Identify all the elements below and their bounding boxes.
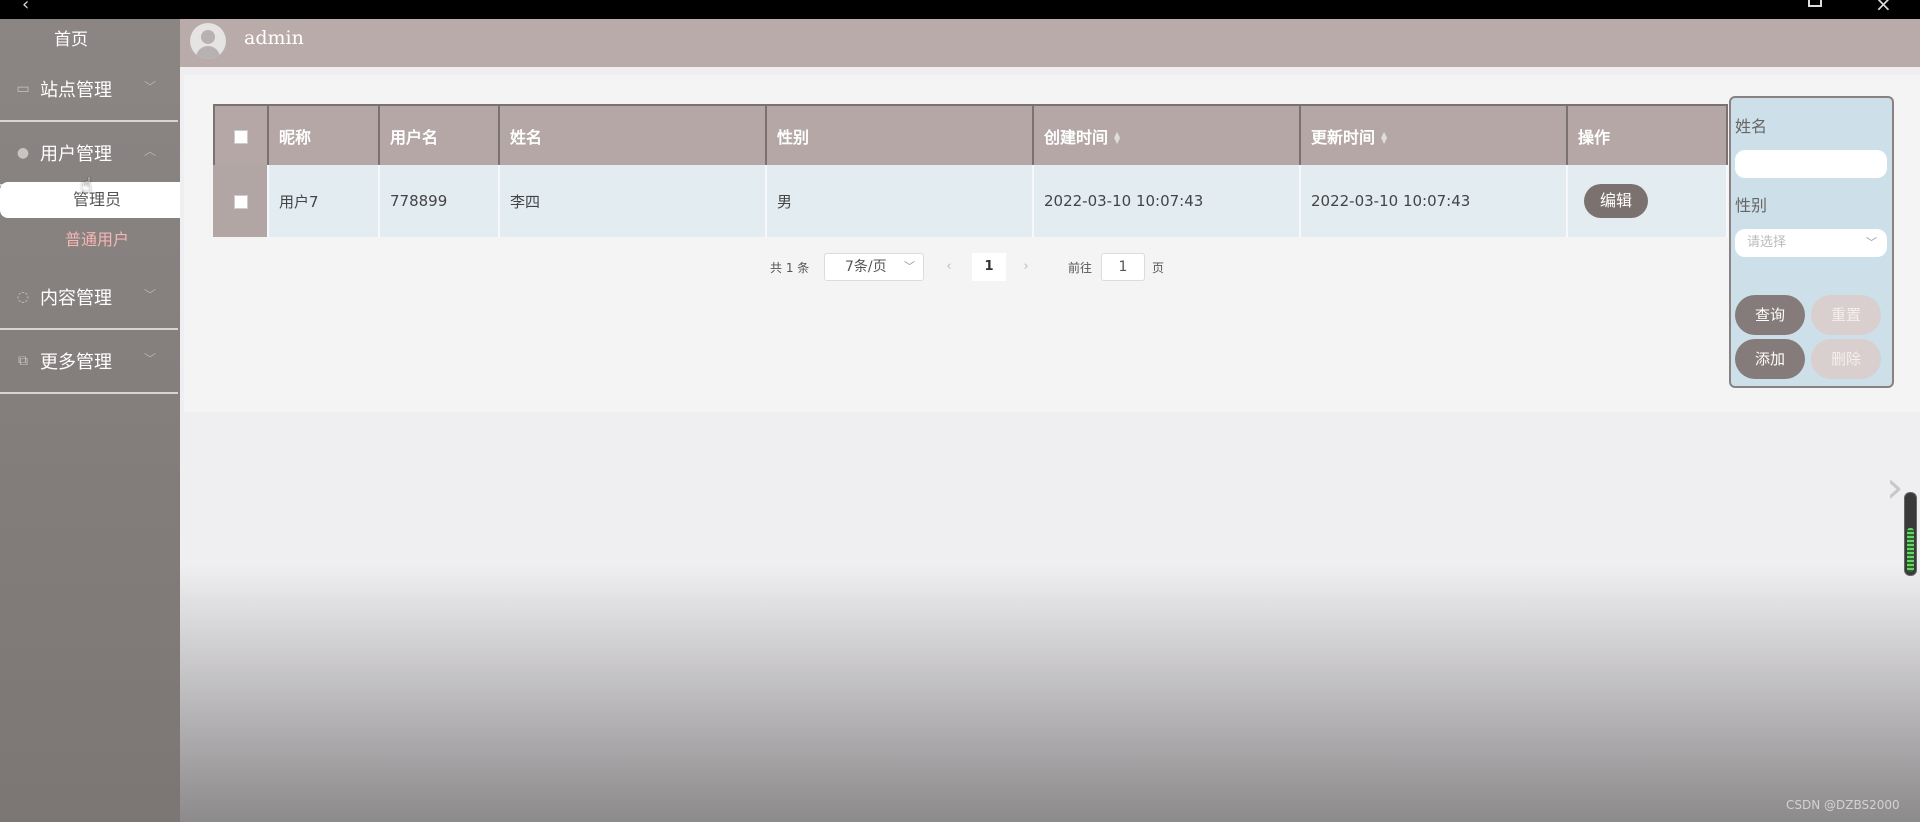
pagination-total: 共 1 条 bbox=[770, 261, 810, 275]
avatar-head bbox=[201, 30, 215, 44]
sidebar-group-more[interactable]: ⧉ 更多管理 ﹀ bbox=[0, 330, 178, 394]
hand-cursor-icon: ☝ bbox=[80, 173, 93, 197]
chevron-down-icon: ﹀ bbox=[144, 288, 157, 302]
sort-icon[interactable]: ▲ ▼ bbox=[1114, 131, 1120, 145]
avatar[interactable] bbox=[190, 23, 226, 59]
gender-filter-label: 性别 bbox=[1735, 196, 1768, 215]
column-header: 性别 bbox=[766, 104, 1034, 165]
chevron-down-icon: ﹀ bbox=[1866, 236, 1877, 249]
copy-icon: ⧉ bbox=[18, 353, 28, 369]
avatar-body bbox=[196, 46, 220, 59]
username: admin bbox=[244, 27, 304, 49]
cell-actions: 编辑 bbox=[1567, 165, 1728, 237]
filter-panel: 姓名 性别 请选择 ﹀ 查询 重置 添加 删除 bbox=[1729, 96, 1894, 388]
prev-page-button[interactable]: ‹ bbox=[939, 253, 959, 281]
column-header: 操作 bbox=[1567, 104, 1728, 165]
cell-created: 2022-03-10 10:07:43 bbox=[1033, 165, 1301, 237]
page-size-value: 7条/页 bbox=[845, 259, 887, 275]
chevron-right-icon[interactable]: › bbox=[1886, 462, 1904, 513]
restore-window-icon[interactable] bbox=[1808, 0, 1822, 7]
column-header-label: 更新时间 bbox=[1311, 127, 1376, 147]
goto-label: 前往 bbox=[1068, 261, 1093, 275]
back-icon[interactable]: ‹ bbox=[22, 0, 29, 15]
cell-updated: 2022-03-10 10:07:43 bbox=[1300, 165, 1568, 237]
select-all-checkbox[interactable] bbox=[234, 129, 248, 144]
table-row: 用户7 778899 李四 男 2022-03-10 10:07:43 2022… bbox=[213, 165, 1728, 237]
query-button[interactable]: 查询 bbox=[1735, 295, 1805, 335]
main-content: 昵称 用户名 姓名 性别 创建时间 ▲ ▼ 更新时间 ▲ ▼ 操作 用户7 778899… bbox=[180, 67, 1920, 822]
column-header: 用户名 bbox=[379, 104, 500, 165]
goto-page-input[interactable]: 1 bbox=[1101, 253, 1145, 281]
sidebar-group-label: 更多管理 bbox=[40, 352, 112, 373]
close-window-icon[interactable]: × bbox=[1875, 0, 1892, 16]
delete-button[interactable]: 删除 bbox=[1811, 339, 1881, 379]
table-header-row: 昵称 用户名 姓名 性别 创建时间 ▲ ▼ 更新时间 ▲ ▼ 操作 bbox=[213, 104, 1728, 165]
monitor-icon: ▭ bbox=[16, 81, 30, 97]
user-icon: ● bbox=[16, 145, 30, 161]
edit-button[interactable]: 编辑 bbox=[1584, 184, 1648, 218]
cell-username: 778899 bbox=[379, 165, 500, 237]
row-select-cell bbox=[213, 165, 269, 237]
gender-select-placeholder: 请选择 bbox=[1747, 235, 1787, 250]
table-panel: 昵称 用户名 姓名 性别 创建时间 ▲ ▼ 更新时间 ▲ ▼ 操作 用户7 778899… bbox=[184, 75, 1920, 412]
page-size-select[interactable]: 7条/页 ﹀ bbox=[824, 253, 924, 281]
level-indicator bbox=[1907, 528, 1914, 572]
name-filter-label: 姓名 bbox=[1735, 117, 1768, 136]
sidebar-item-normal-user[interactable]: 普通用户 bbox=[0, 222, 180, 258]
volume-scrollbar[interactable] bbox=[1904, 492, 1917, 576]
page-number-current[interactable]: 1 bbox=[972, 253, 1006, 281]
gender-filter-select[interactable]: 请选择 ﹀ bbox=[1735, 229, 1887, 257]
chevron-down-icon: ﹀ bbox=[144, 352, 157, 366]
user-table: 昵称 用户名 姓名 性别 创建时间 ▲ ▼ 更新时间 ▲ ▼ 操作 用户7 778899… bbox=[213, 104, 1728, 237]
sidebar-group-site[interactable]: ▭ 站点管理 ﹀ bbox=[0, 58, 178, 122]
cell-gender: 男 bbox=[766, 165, 1034, 237]
next-page-button[interactable]: › bbox=[1016, 253, 1036, 281]
cell-nickname: 用户7 bbox=[268, 165, 380, 237]
name-filter-input[interactable] bbox=[1735, 150, 1887, 178]
column-header-sortable[interactable]: 更新时间 ▲ ▼ bbox=[1300, 104, 1568, 165]
window-titlebar: ‹ × bbox=[0, 0, 1920, 21]
select-all-cell bbox=[213, 104, 269, 165]
message-icon: ◌ bbox=[16, 289, 30, 305]
column-header-sortable[interactable]: 创建时间 ▲ ▼ bbox=[1033, 104, 1301, 165]
column-header: 昵称 bbox=[268, 104, 380, 165]
column-header: 姓名 bbox=[499, 104, 767, 165]
cell-name: 李四 bbox=[499, 165, 767, 237]
chevron-down-icon: ﹀ bbox=[904, 260, 915, 273]
sidebar-group-content[interactable]: ◌ 内容管理 ﹀ bbox=[0, 266, 178, 330]
sidebar-group-label: 站点管理 bbox=[40, 80, 112, 101]
sidebar-group-label: 内容管理 bbox=[40, 288, 112, 309]
column-header-label: 创建时间 bbox=[1044, 127, 1109, 147]
sidebar: 首页 ▭ 站点管理 ﹀ ● 用户管理 ︿ 管理员 普通用户 ◌ 内容管理 ﹀ ⧉… bbox=[0, 19, 180, 822]
sidebar-item-home[interactable]: 首页 bbox=[0, 25, 142, 50]
watermark: CSDN @DZBS2000 bbox=[1786, 798, 1900, 812]
sidebar-group-label: 用户管理 bbox=[40, 144, 112, 165]
page-suffix-label: 页 bbox=[1152, 261, 1165, 275]
row-checkbox[interactable] bbox=[234, 194, 248, 209]
reset-button[interactable]: 重置 bbox=[1811, 295, 1881, 335]
chevron-down-icon: ﹀ bbox=[144, 80, 157, 94]
chevron-up-icon: ︿ bbox=[144, 144, 157, 158]
sort-icon[interactable]: ▲ ▼ bbox=[1381, 131, 1387, 145]
add-button[interactable]: 添加 bbox=[1735, 339, 1805, 379]
top-header: admin bbox=[180, 19, 1920, 67]
